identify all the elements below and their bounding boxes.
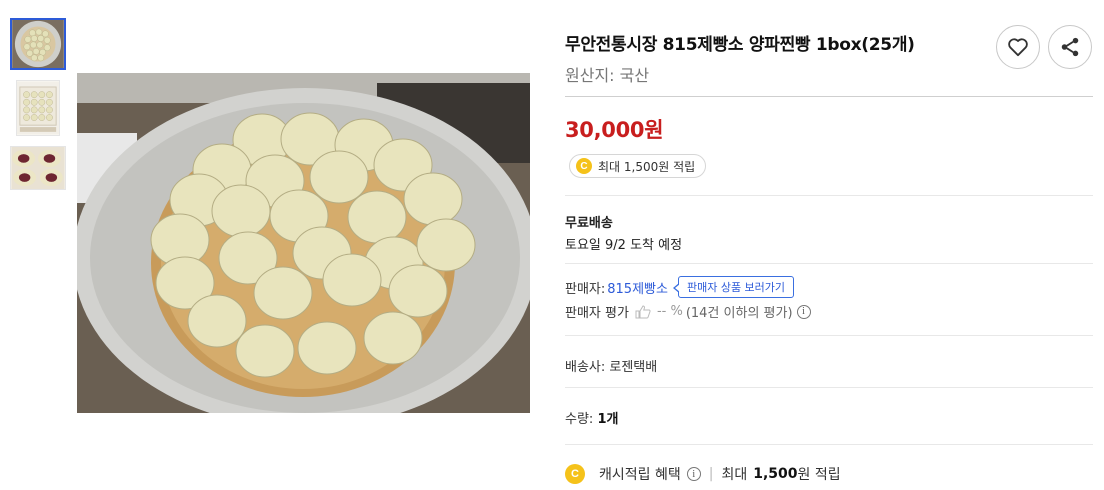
- point-badge-text: 최대 1,500원 적립: [598, 159, 696, 174]
- seller-name-link[interactable]: 815제빵소: [607, 278, 668, 297]
- seller-label: 판매자:: [565, 281, 606, 297]
- product-origin: 원산지: 국산: [565, 66, 650, 85]
- main-product-image: [77, 73, 530, 413]
- product-info-panel: 무안전통시장 815제빵소 양파찐빵 1box(25개) 원산지: 국산 30,…: [565, 0, 1093, 490]
- seller-rating-row: 판매자 평가 -- % (14건 이하의 평가) i: [565, 302, 811, 321]
- thumbnail-list: [10, 18, 68, 200]
- point-badge: C 최대 1,500원 적립: [569, 154, 707, 178]
- bun-23: [235, 324, 295, 378]
- bun-9: [211, 184, 271, 238]
- coin-icon: C: [576, 158, 592, 174]
- thumbnail-image-1: [12, 20, 64, 68]
- divider: [565, 444, 1093, 445]
- coin-icon: C: [565, 464, 585, 484]
- bun-6: [309, 150, 369, 204]
- shipping-title: 무료배송: [565, 216, 613, 231]
- product-title: 무안전통시장 815제빵소 양파찐빵 1box(25개): [565, 35, 915, 55]
- bun-17: [416, 218, 476, 272]
- cash-reward-label: 캐시적립 혜택: [599, 467, 681, 483]
- quantity-label: 수량:: [565, 412, 594, 427]
- quantity-value: 1개: [597, 412, 619, 427]
- carrier-info: 배송사: 로젠택배: [565, 360, 658, 375]
- share-icon: [1061, 37, 1079, 57]
- bun-20: [322, 253, 382, 307]
- wishlist-button[interactable]: [996, 25, 1040, 69]
- thumbnail-image-2: [17, 81, 59, 135]
- bun-21: [388, 264, 448, 318]
- seller-rating-label: 판매자 평가: [565, 306, 629, 321]
- info-icon[interactable]: i: [796, 304, 811, 319]
- shipping-date: 토요일 9/2 도착 예정: [565, 238, 683, 253]
- bun-24: [297, 321, 357, 375]
- seller-rating-value: -- %: [656, 304, 683, 319]
- cash-reward-prefix: 최대: [721, 467, 748, 483]
- divider: [565, 335, 1093, 336]
- divider: [565, 195, 1093, 196]
- thumbs-up-icon: [635, 304, 651, 318]
- divider: [565, 263, 1093, 264]
- bun-25: [363, 311, 423, 365]
- seller-row: 판매자: 815제빵소 판매자 상품 보러가기: [565, 276, 795, 298]
- info-icon[interactable]: i: [686, 467, 701, 481]
- seller-rating-detail: (14건 이하의 평가): [685, 306, 793, 321]
- cash-reward-suffix: 원 적립: [797, 467, 841, 483]
- bun-22: [187, 294, 247, 348]
- thumbnail-1[interactable]: [10, 18, 66, 70]
- divider: [565, 96, 1093, 97]
- thumbnail-2[interactable]: [16, 80, 60, 136]
- share-button[interactable]: [1048, 25, 1092, 69]
- cash-reward-amount: 1,500: [753, 466, 798, 482]
- divider: [565, 387, 1093, 388]
- bun-19: [253, 266, 313, 320]
- heart-icon: [1008, 38, 1028, 57]
- seller-products-tooltip[interactable]: 판매자 상품 보러가기: [672, 276, 795, 298]
- product-price: 30,000원: [565, 118, 664, 142]
- separator: |: [708, 466, 714, 482]
- thumbnail-3[interactable]: [10, 146, 66, 190]
- bun-12: [403, 172, 463, 226]
- thumbnail-image-3: [11, 147, 65, 189]
- quantity-row: 수량: 1개: [565, 408, 618, 427]
- steamed-buns-photo: [77, 73, 530, 413]
- cash-reward-row: C 캐시적립 혜택 i | 최대 1,500 원 적립: [565, 464, 841, 484]
- bun-11: [347, 190, 407, 244]
